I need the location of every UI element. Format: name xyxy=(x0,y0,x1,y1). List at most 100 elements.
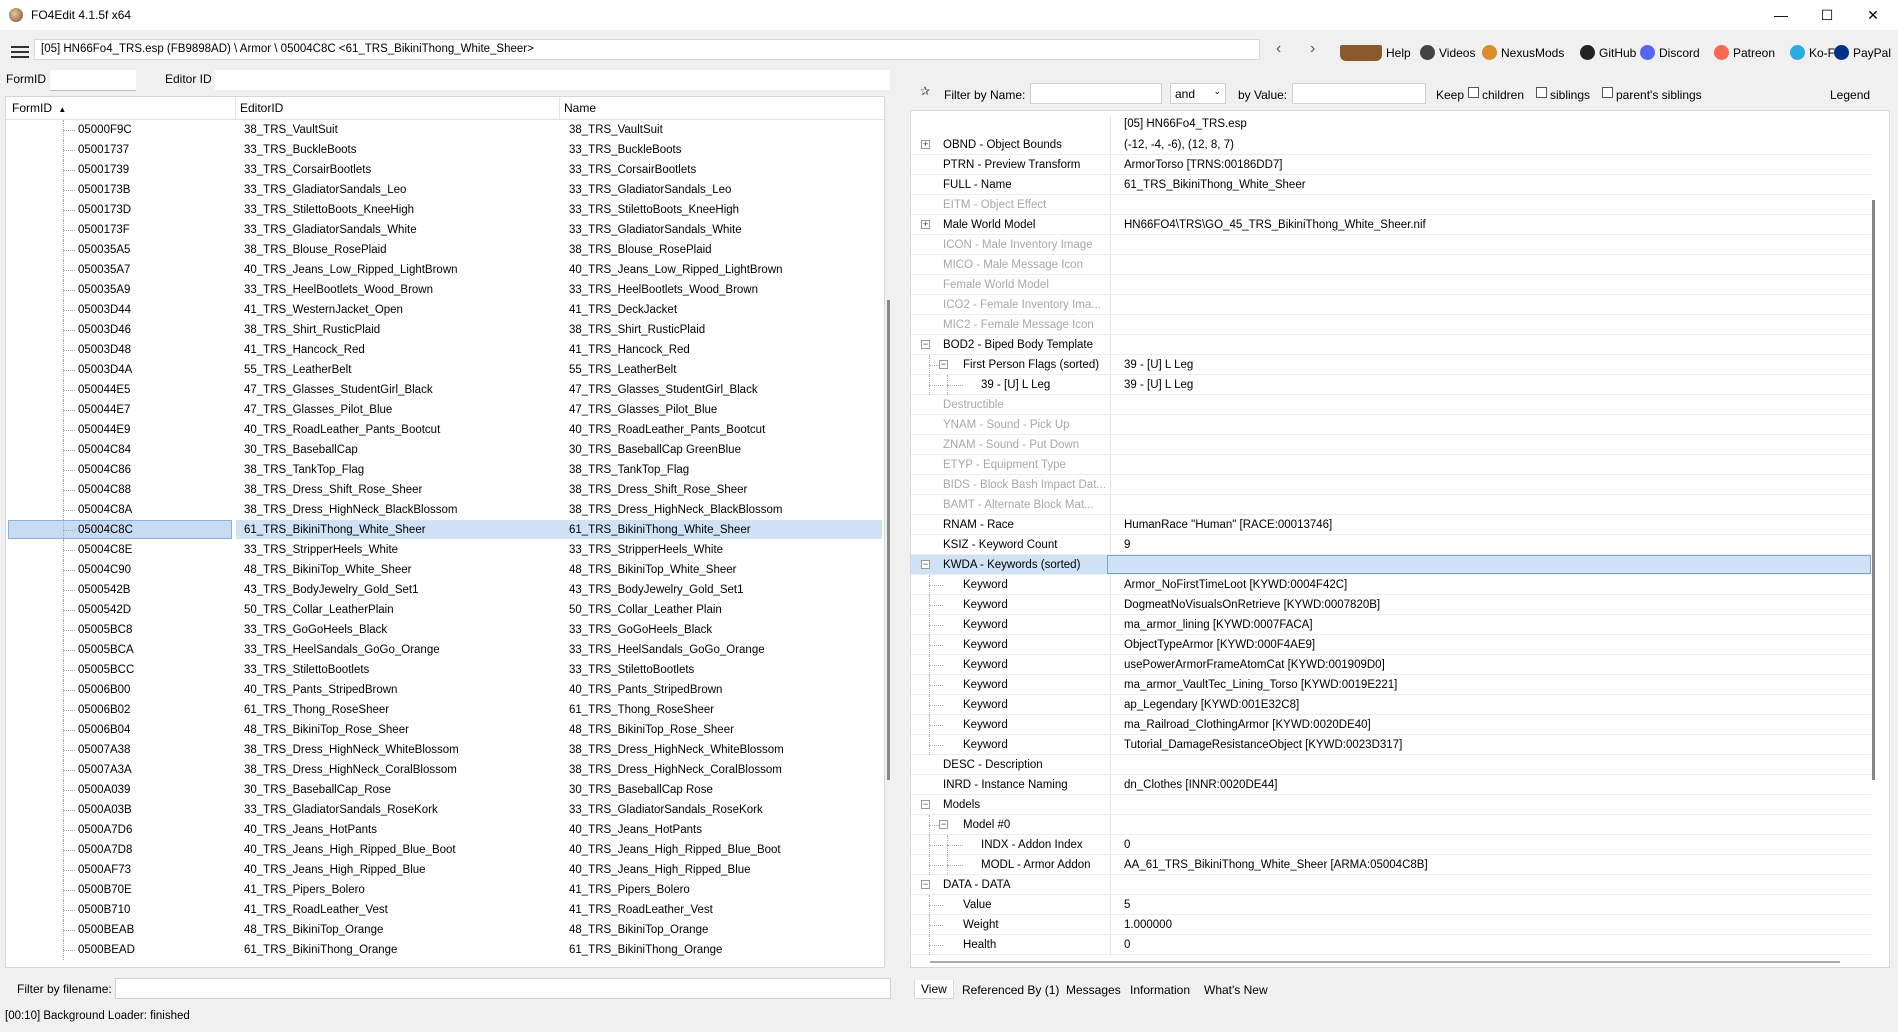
keep-parents-siblings-checkbox[interactable] xyxy=(1602,87,1613,98)
record-field-row[interactable]: Weight 1.000000 xyxy=(911,915,1871,935)
record-field-row[interactable]: ZNAM - Sound - Put Down xyxy=(911,435,1871,455)
record-field-row[interactable]: INRD - Instance Naming dn_Clothes [INNR:0… xyxy=(911,775,1871,795)
column-header-editorid[interactable]: EditorID xyxy=(240,101,283,115)
record-field-row[interactable]: FULL - Name 61_TRS_BikiniThong_White_Shee… xyxy=(911,175,1871,195)
table-row[interactable]: 0500A03B 33_TRS_GladiatorSandals_RoseKork… xyxy=(6,800,884,820)
back-button[interactable]: ‹ xyxy=(1276,40,1281,58)
table-row[interactable]: 05004C8A 38_TRS_Dress_HighNeck_BlackBloss… xyxy=(6,500,884,520)
table-row[interactable]: 05004C86 38_TRS_TankTop_Flag 38_TRS_TankTo… xyxy=(6,460,884,480)
filter-by-filename-input[interactable] xyxy=(115,978,891,999)
record-field-row[interactable]: Destructible xyxy=(911,395,1871,415)
record-field-row[interactable]: − First Person Flags (sorted) 39 - [U] L L… xyxy=(911,355,1871,375)
table-row[interactable]: 05003D44 41_TRS_WesternJacket_Open 41_TRS_… xyxy=(6,300,884,320)
record-view-tree[interactable]: [05] HN66Fo4_TRS.esp + OBND - Object Boun… xyxy=(910,110,1890,968)
record-field-row[interactable]: Keyword ap_Legendary [KYWD:001E32C8] xyxy=(911,695,1871,715)
close-button[interactable]: ✕ xyxy=(1850,0,1896,30)
expand-icon[interactable]: + xyxy=(921,220,930,229)
record-field-row[interactable]: YNAM - Sound - Pick Up xyxy=(911,415,1871,435)
table-row[interactable]: 0500173F 33_TRS_GladiatorSandals_White 33_… xyxy=(6,220,884,240)
record-list-tree[interactable]: FormID ▲ EditorID Name 05000F9C 38_TRS_Va… xyxy=(5,96,885,968)
toolbar-link-videos[interactable]: Videos xyxy=(1420,45,1475,60)
toolbar-link-help[interactable]: Help xyxy=(1340,45,1411,61)
collapse-icon[interactable]: − xyxy=(921,800,930,809)
toolbar-link-discord[interactable]: Discord xyxy=(1640,45,1700,60)
table-row[interactable]: 0500BEAB 48_TRS_BikiniTop_Orange 48_TRS_Bi… xyxy=(6,920,884,940)
record-field-row[interactable]: RNAM - Race HumanRace "Human" [RACE:00013… xyxy=(911,515,1871,535)
record-field-row[interactable]: MODL - Armor Addon AA_61_TRS_BikiniThong_… xyxy=(911,855,1871,875)
table-row[interactable]: 05001737 33_TRS_BuckleBoots 33_TRS_BuckleB… xyxy=(6,140,884,160)
filter-operator-select[interactable]: and ⌄ xyxy=(1170,83,1226,104)
table-row[interactable]: 05001739 33_TRS_CorsairBootlets 33_TRS_Cor… xyxy=(6,160,884,180)
table-row[interactable]: 05006B00 40_TRS_Pants_StripedBrown 40_TRS_… xyxy=(6,680,884,700)
collapse-icon[interactable]: − xyxy=(921,340,930,349)
table-row[interactable]: 050044E7 47_TRS_Glasses_Pilot_Blue 47_TRS_… xyxy=(6,400,884,420)
record-view-hscrollbar[interactable] xyxy=(930,961,1840,963)
collapse-icon[interactable]: − xyxy=(939,820,948,829)
table-row[interactable]: 05007A38 38_TRS_Dress_HighNeck_WhiteBloss… xyxy=(6,740,884,760)
table-row[interactable]: 0500B710 41_TRS_RoadLeather_Vest 41_TRS_Ro… xyxy=(6,900,884,920)
table-row[interactable]: 05003D48 41_TRS_Hancock_Red 41_TRS_Hancock… xyxy=(6,340,884,360)
keep-children-checkbox[interactable] xyxy=(1468,87,1479,98)
record-field-row[interactable]: Value 5 xyxy=(911,895,1871,915)
record-field-row[interactable]: MICO - Male Message Icon xyxy=(911,255,1871,275)
table-row[interactable]: 050044E5 47_TRS_Glasses_StudentGirl_Black… xyxy=(6,380,884,400)
toolbar-link-nexusmods[interactable]: NexusMods xyxy=(1482,45,1564,60)
record-field-row[interactable]: Health 0 xyxy=(911,935,1871,955)
record-path-field[interactable]: [05] HN66Fo4_TRS.esp (FB9898AD) \ Armor … xyxy=(34,39,1260,60)
table-row[interactable]: 05004C84 30_TRS_BaseballCap 30_TRS_Basebal… xyxy=(6,440,884,460)
table-row[interactable]: 05004C90 48_TRS_BikiniTop_White_Sheer 48_T… xyxy=(6,560,884,580)
toolbar-link-github[interactable]: GitHub xyxy=(1580,45,1636,60)
record-list-scrollbar[interactable] xyxy=(887,300,890,780)
forward-button[interactable]: › xyxy=(1310,40,1315,58)
record-field-row[interactable]: BIDS - Block Bash Impact Dat... xyxy=(911,475,1871,495)
column-divider[interactable] xyxy=(235,97,236,119)
record-field-row[interactable]: + Male World Model HN66FO4\TRS\GO_45_TRS_B… xyxy=(911,215,1871,235)
editorid-search-input[interactable] xyxy=(215,70,890,90)
record-field-row[interactable]: Keyword Tutorial_DamageResistanceObject [… xyxy=(911,735,1871,755)
filter-by-name-input[interactable] xyxy=(1030,83,1162,104)
table-row[interactable]: 05006B02 61_TRS_Thong_RoseSheer 61_TRS_Tho… xyxy=(6,700,884,720)
table-row-selected[interactable]: 05004C8C 61_TRS_BikiniThong_White_Sheer 61… xyxy=(6,520,884,540)
table-row[interactable]: 05005BCC 33_TRS_StilettoBootlets 33_TRS_St… xyxy=(6,660,884,680)
column-header-formid[interactable]: FormID ▲ xyxy=(12,101,66,115)
collapse-icon[interactable]: − xyxy=(921,880,930,889)
table-row[interactable]: 0500A039 30_TRS_BaseballCap_Rose 30_TRS_Ba… xyxy=(6,780,884,800)
record-field-row[interactable]: Keyword ObjectTypeArmor [KYWD:000F4AE9] xyxy=(911,635,1871,655)
record-field-row[interactable]: ETYP - Equipment Type xyxy=(911,455,1871,475)
record-field-row[interactable]: KSIZ - Keyword Count 9 xyxy=(911,535,1871,555)
record-field-row[interactable]: − Model #0 xyxy=(911,815,1871,835)
table-row[interactable]: 0500A7D6 40_TRS_Jeans_HotPants 40_TRS_Jean… xyxy=(6,820,884,840)
table-row[interactable]: 05003D46 38_TRS_Shirt_RusticPlaid 38_TRS_S… xyxy=(6,320,884,340)
record-field-row[interactable]: − DATA - DATA xyxy=(911,875,1871,895)
record-field-row[interactable]: ICON - Male Inventory Image xyxy=(911,235,1871,255)
column-divider[interactable] xyxy=(559,97,560,119)
record-field-row[interactable]: MIC2 - Female Message Icon xyxy=(911,315,1871,335)
tab-view[interactable]: View xyxy=(914,980,954,999)
table-row[interactable]: 0500A7D8 40_TRS_Jeans_High_Ripped_Blue_Bo… xyxy=(6,840,884,860)
record-field-row[interactable]: Keyword Armor_NoFirstTimeLoot [KYWD:0004F… xyxy=(911,575,1871,595)
tab-information[interactable]: Information xyxy=(1130,983,1190,997)
table-row[interactable]: 05005BCA 33_TRS_HeelSandals_GoGo_Orange 33… xyxy=(6,640,884,660)
record-field-row[interactable]: Keyword usePowerArmorFrameAtomCat [KYWD:0… xyxy=(911,655,1871,675)
table-row[interactable]: 05006B04 48_TRS_BikiniTop_Rose_Sheer 48_TR… xyxy=(6,720,884,740)
table-row[interactable]: 0500542B 43_TRS_BodyJewelry_Gold_Set1 43_T… xyxy=(6,580,884,600)
record-view-scrollbar[interactable] xyxy=(1872,200,1875,780)
legend-button[interactable]: Legend xyxy=(1830,88,1870,102)
collapse-icon[interactable]: − xyxy=(939,360,948,369)
column-header-name[interactable]: Name xyxy=(564,101,596,115)
collapse-icon[interactable]: − xyxy=(921,560,930,569)
record-field-row[interactable]: − BOD2 - Biped Body Template xyxy=(911,335,1871,355)
tab-referenced-by-1[interactable]: Referenced By (1) xyxy=(962,983,1059,997)
record-field-row[interactable]: − Models xyxy=(911,795,1871,815)
table-row[interactable]: 0500173D 33_TRS_StilettoBoots_KneeHigh 33_… xyxy=(6,200,884,220)
table-row[interactable]: 05000F9C 38_TRS_VaultSuit 38_TRS_VaultSuit xyxy=(6,120,884,140)
toolbar-link-paypal[interactable]: PayPal xyxy=(1834,45,1891,60)
tab-messages[interactable]: Messages xyxy=(1066,983,1121,997)
minimize-button[interactable]: — xyxy=(1758,0,1804,30)
keep-siblings-checkbox[interactable] xyxy=(1536,87,1547,98)
record-field-row[interactable]: Female World Model xyxy=(911,275,1871,295)
formid-search-input[interactable] xyxy=(50,70,136,91)
table-row[interactable]: 0500B70E 41_TRS_Pipers_Bolero 41_TRS_Piper… xyxy=(6,880,884,900)
table-row[interactable]: 050044E9 40_TRS_RoadLeather_Pants_Bootcut… xyxy=(6,420,884,440)
record-field-row[interactable]: BAMT - Alternate Block Mat... xyxy=(911,495,1871,515)
